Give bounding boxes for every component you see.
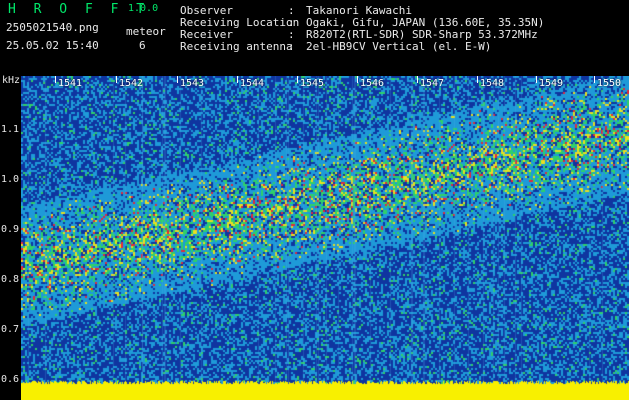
info-separator: : xyxy=(288,40,295,53)
x-tick-label: 1547 xyxy=(420,78,445,89)
x-tick-label: 1548 xyxy=(480,78,505,89)
x-tick-mark xyxy=(237,76,238,83)
x-tick-label: 1541 xyxy=(58,78,83,89)
x-tick-label: 1543 xyxy=(180,78,205,89)
image-filename: 2505021540.png xyxy=(6,21,99,34)
spectrogram-canvas xyxy=(21,76,629,400)
info-value: Takanori Kawachi xyxy=(306,4,412,17)
y-tick-label: 1.0 xyxy=(1,174,20,185)
x-tick-label: 1544 xyxy=(240,78,265,89)
meteor-count-value: 6 xyxy=(139,39,146,52)
app-version: 1.0.0 xyxy=(128,3,159,14)
x-tick-mark xyxy=(297,76,298,83)
info-label: Receiving Location xyxy=(180,16,300,29)
capture-datetime: 25.05.02 15:40 xyxy=(6,39,99,52)
info-separator: : xyxy=(288,28,295,41)
x-tick-mark xyxy=(177,76,178,83)
meteor-count-label: meteor xyxy=(126,25,166,38)
x-tick-mark xyxy=(536,76,537,83)
info-value: Ogaki, Gifu, JAPAN (136.60E, 35.35N) xyxy=(306,16,545,29)
x-tick-mark xyxy=(477,76,478,83)
x-tick-label: 1546 xyxy=(360,78,385,89)
x-tick-mark xyxy=(55,76,56,83)
y-tick-label: 0.7 xyxy=(1,324,20,335)
info-value: R820T2(RTL-SDR) SDR-Sharp 53.372MHz xyxy=(306,28,538,41)
info-separator: : xyxy=(288,4,295,17)
x-tick-mark xyxy=(417,76,418,83)
y-tick-label: 0.8 xyxy=(1,274,20,285)
info-separator: : xyxy=(288,16,295,29)
x-tick-mark xyxy=(116,76,117,83)
waterfall-spectrogram xyxy=(21,76,629,400)
y-tick-label: 0.9 xyxy=(1,224,20,235)
info-label: Receiving antenna xyxy=(180,40,293,53)
hrofft-window: H R O F F T 1.0.0 2505021540.png 25.05.0… xyxy=(0,0,629,400)
y-tick-label: 0.6 xyxy=(1,374,20,385)
info-value: 2el-HB9CV Vertical (el. E-W) xyxy=(306,40,492,53)
x-tick-label: 1542 xyxy=(119,78,144,89)
x-tick-label: 1545 xyxy=(300,78,325,89)
frequency-unit-label: kHz xyxy=(2,75,21,86)
x-tick-mark xyxy=(357,76,358,83)
x-tick-mark xyxy=(594,76,595,83)
y-tick-label: 1.1 xyxy=(1,124,20,135)
info-label: Receiver xyxy=(180,28,233,41)
x-tick-label: 1549 xyxy=(539,78,564,89)
x-tick-label: 1550 xyxy=(597,78,622,89)
info-label: Observer xyxy=(180,4,233,17)
